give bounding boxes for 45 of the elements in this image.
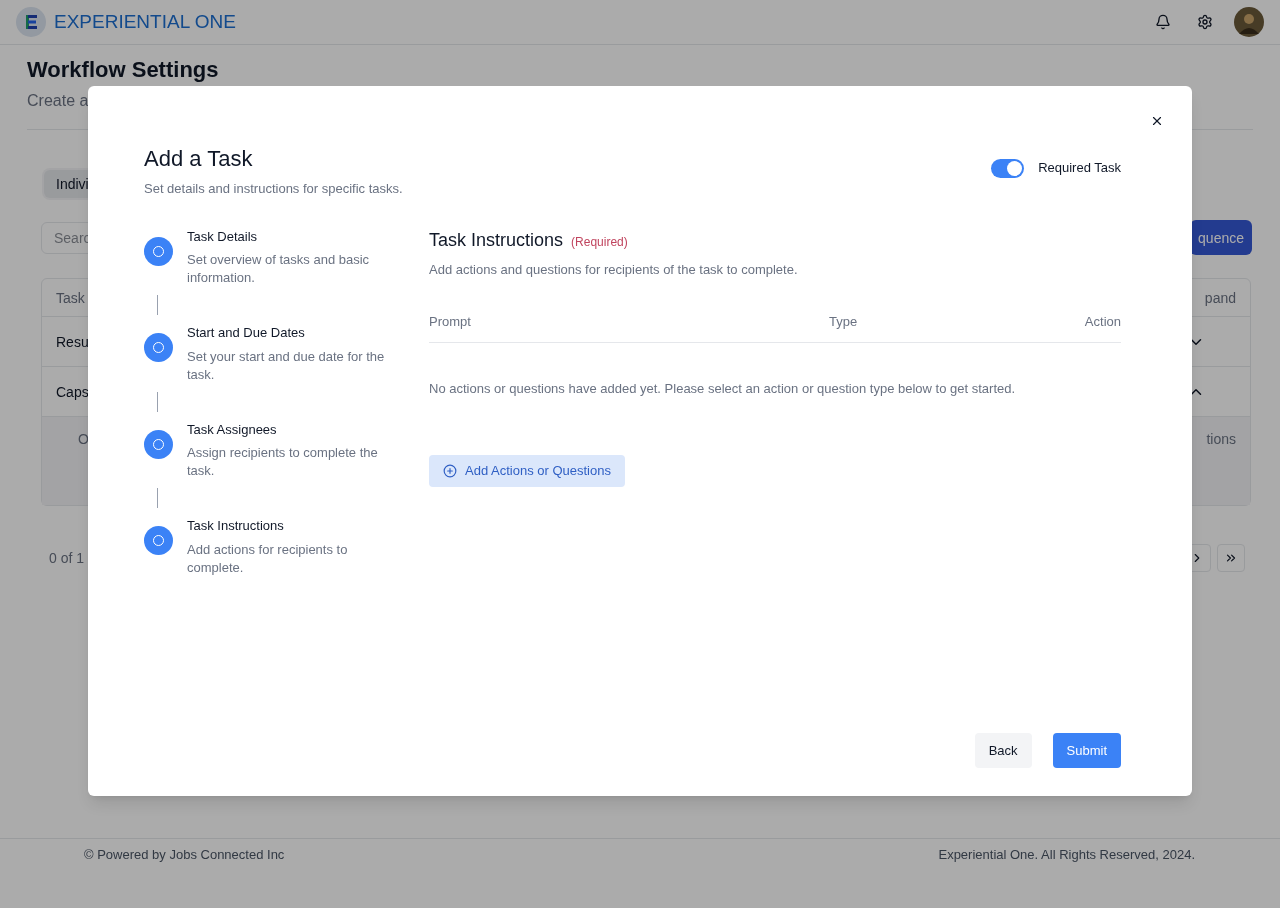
step-indicator: [144, 333, 173, 362]
step-title: Task Instructions: [187, 517, 285, 535]
plus-circle-icon: [443, 463, 457, 478]
table-cell-text: O: [78, 430, 89, 449]
submit-button[interactable]: Submit: [1052, 733, 1121, 768]
column-header: Type: [829, 312, 859, 331]
step-description: Set overview of tasks and basic information.: [187, 251, 371, 287]
step-title: Task Assignees: [187, 420, 278, 439]
column-header: Prompt: [429, 312, 472, 331]
add-sequence-button[interactable]: quence: [1190, 220, 1252, 255]
logo-icon: [16, 7, 46, 37]
add-actions-button[interactable]: Add Actions or Questions: [429, 454, 625, 487]
footer-text: Experiential One. All Rights Reserved, 2024.: [938, 846, 1195, 864]
section-description: Add actions and questions for recipients of the task to complete.: [429, 260, 799, 279]
step-description: Add actions for recipients to complete.: [187, 540, 349, 577]
page-subtitle: Create a: [27, 91, 89, 111]
toggle-label: Required Task: [1038, 159, 1121, 178]
required-task-toggle[interactable]: [991, 158, 1025, 178]
brand-name: EXPERIENTIAL ONE: [54, 9, 236, 34]
step-indicator: [144, 236, 173, 266]
column-header: Action: [1084, 312, 1121, 331]
table-cell-text: Resu: [56, 332, 89, 352]
column-header: Task: [56, 288, 85, 308]
table-cell-text: tions: [1206, 430, 1236, 449]
footer-text: © Powered by Jobs Connected Inc: [84, 846, 285, 864]
empty-message: No actions or questions have added yet. Please select an action or question type below to get started.: [429, 380, 1017, 398]
step-indicator: [144, 526, 173, 555]
step-title: Task Details: [187, 227, 259, 246]
column-header: pand: [1204, 288, 1236, 308]
back-button[interactable]: Back: [974, 733, 1032, 768]
dialog-subtitle: Set details and instructions for specific tasks.: [144, 180, 403, 198]
table-cell-text: Caps: [56, 382, 89, 402]
section-title: Task Instructions: [429, 228, 564, 252]
double-chevron-right-icon: [1224, 551, 1238, 565]
step-description: Assign recipients to complete the task.: [187, 444, 379, 480]
close-icon[interactable]: [1150, 114, 1164, 128]
page-title: Workflow Settings: [27, 57, 219, 83]
avatar[interactable]: [1234, 7, 1264, 37]
required-note: (Required): [571, 233, 628, 251]
step-description: Set your start and due date for the task.: [187, 347, 386, 384]
step-title: Start and Due Dates: [187, 324, 306, 342]
last-page-button[interactable]: [1217, 544, 1245, 572]
step-indicator: [144, 429, 173, 459]
pagination-summary: 0 of 1: [49, 549, 85, 568]
dialog-title: Add a Task: [144, 145, 254, 173]
